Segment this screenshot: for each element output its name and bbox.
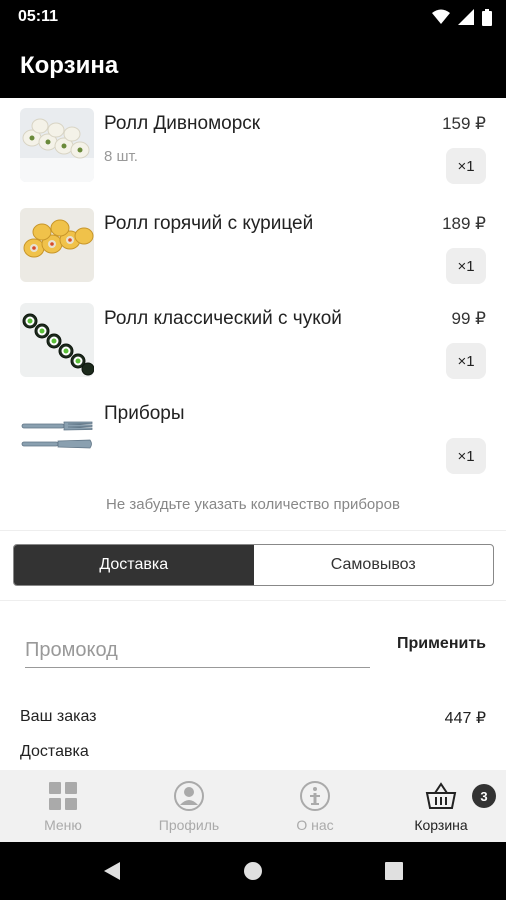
status-bar: 05:11	[0, 0, 506, 34]
item-price: 159 ₽	[442, 114, 486, 133]
quantity-button[interactable]: ×1	[446, 343, 486, 379]
item-name: Приборы	[104, 403, 185, 424]
quantity-button[interactable]: ×1	[446, 438, 486, 474]
cart-content[interactable]: Ролл Дивноморск 8 шт. 159 ₽ ×1 Ролл горя…	[0, 98, 506, 770]
pickup-option[interactable]: Самовывоз	[254, 545, 494, 585]
nav-label: Профиль	[158, 817, 220, 833]
roll-image-seaweed	[20, 303, 94, 377]
cart-item[interactable]: Ролл Дивноморск 8 шт. 159 ₽ ×1	[0, 98, 506, 198]
cart-count-badge: 3	[472, 784, 496, 808]
cart-item[interactable]: Ролл горячий с курицей 189 ₽ ×1	[0, 198, 506, 298]
apply-promo-button[interactable]: Применить	[397, 635, 486, 653]
bottom-nav: Меню Профиль О нас Корзина	[0, 770, 506, 842]
order-total-label: Ваш заказ	[20, 708, 97, 725]
item-quantity-label: 8 шт.	[104, 148, 138, 165]
back-icon[interactable]	[102, 861, 122, 881]
cutlery-image	[20, 398, 94, 472]
signal-icon	[458, 9, 474, 25]
roll-image-baked	[20, 208, 94, 282]
delivery-option[interactable]: Доставка	[14, 545, 254, 585]
system-nav-bar	[0, 842, 506, 900]
item-price: 99 ₽	[451, 309, 486, 328]
delivery-mode-toggle[interactable]: Доставка Самовывоз	[13, 544, 494, 586]
nav-item-menu[interactable]: Меню	[0, 770, 126, 842]
cart-item[interactable]: Приборы ×1	[0, 398, 506, 488]
battery-icon	[482, 8, 492, 26]
cutlery-hint: Не забудьте указать количество приборов	[106, 496, 400, 513]
recents-icon[interactable]	[385, 862, 403, 880]
roll-image-white	[20, 108, 94, 182]
status-icons	[432, 8, 492, 26]
wifi-icon	[432, 9, 450, 24]
profile-icon	[174, 781, 204, 811]
item-name: Ролл Дивноморск	[104, 113, 261, 134]
nav-label: Меню	[44, 817, 82, 833]
order-total-value: 447 ₽	[444, 710, 486, 727]
quantity-button[interactable]: ×1	[446, 148, 486, 184]
quantity-button[interactable]: ×1	[446, 248, 486, 284]
page-title: Корзина	[20, 52, 119, 79]
promo-code-input[interactable]	[25, 634, 370, 668]
divider	[0, 530, 506, 531]
nav-item-profile[interactable]: Профиль	[126, 770, 252, 842]
nav-item-about[interactable]: О нас	[252, 770, 378, 842]
nav-label: О нас	[296, 817, 334, 833]
grid-icon	[49, 782, 77, 810]
home-icon[interactable]	[243, 861, 263, 881]
delivery-label: Доставка	[20, 743, 89, 760]
app-bar: Корзина	[0, 34, 506, 98]
item-name: Ролл горячий с курицей	[104, 213, 314, 234]
divider	[0, 600, 506, 601]
item-price: 189 ₽	[442, 214, 486, 233]
status-time: 05:11	[18, 8, 59, 25]
item-name: Ролл классический с чукой	[104, 308, 342, 329]
info-icon	[300, 781, 330, 811]
basket-icon	[425, 782, 457, 809]
nav-label: Корзина	[414, 817, 468, 833]
cart-item[interactable]: Ролл классический с чукой 99 ₽ ×1	[0, 298, 506, 398]
